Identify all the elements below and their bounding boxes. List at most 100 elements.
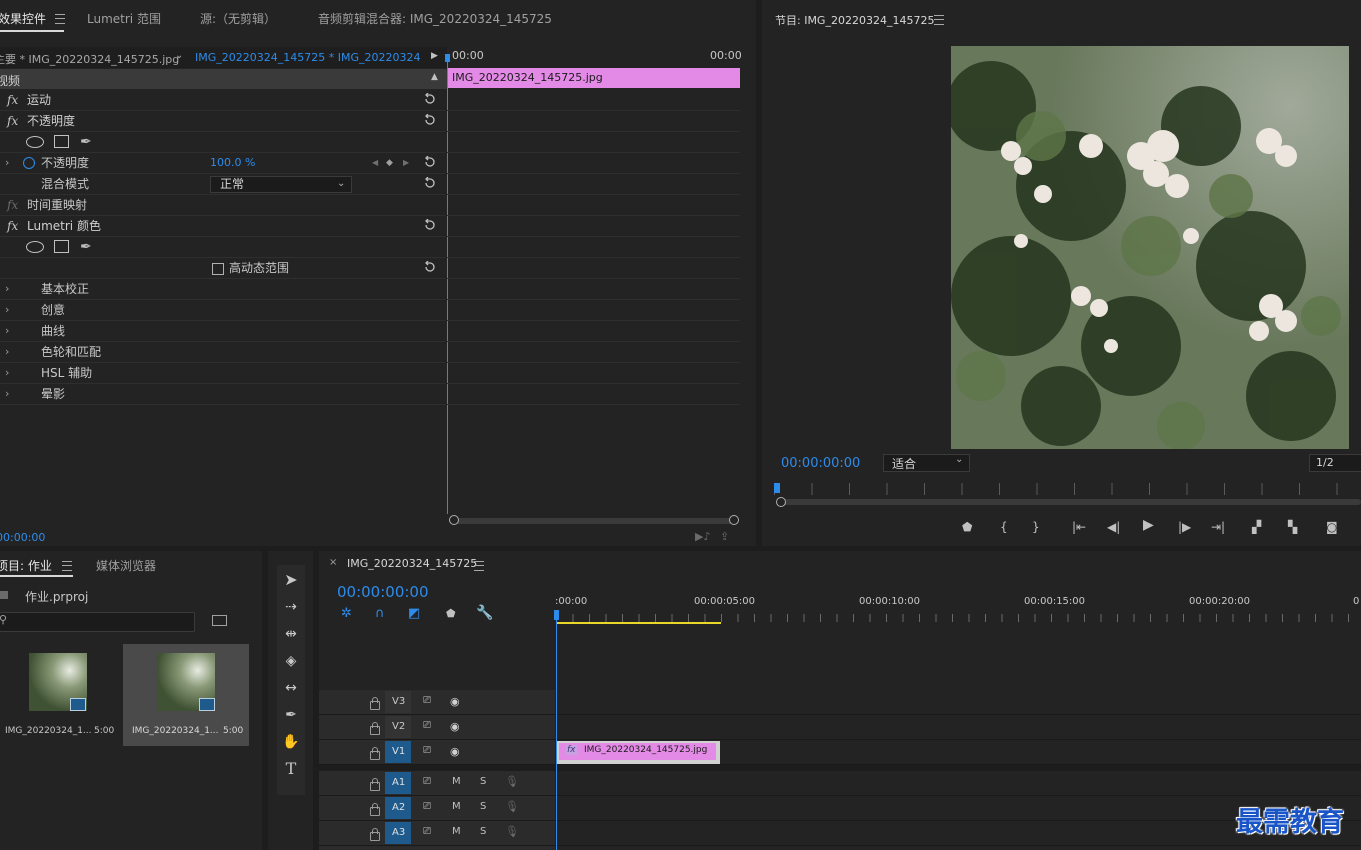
blend-mode-select[interactable]: 正常 ⌄: [210, 176, 352, 193]
reset-icon[interactable]: [424, 156, 436, 168]
fx-icon[interactable]: fx: [7, 111, 18, 131]
microphone-icon[interactable]: 🎙: [505, 825, 519, 838]
lumetri-section-basic[interactable]: › 基本校正: [0, 279, 445, 300]
fx-icon[interactable]: fx: [7, 195, 18, 215]
fx-icon[interactable]: fx: [7, 90, 18, 110]
project-item[interactable]: IMG_20220324_1... 5:00: [0, 644, 118, 746]
timeline-playhead[interactable]: [556, 611, 557, 850]
mute-button[interactable]: M: [452, 776, 461, 787]
ec-timecode[interactable]: 00:00:00: [0, 531, 45, 544]
add-marker-icon[interactable]: ⬟: [962, 520, 972, 534]
program-title[interactable]: 节目: IMG_20220324_145725: [775, 12, 934, 28]
work-area-bar[interactable]: [556, 622, 721, 624]
expand-chevron-icon[interactable]: ›: [5, 153, 9, 173]
toggle-sync-lock-icon[interactable]: ⎚: [423, 745, 431, 756]
lumetri-section-hsl[interactable]: › HSL 辅助: [0, 363, 445, 384]
expand-chevron-icon[interactable]: ›: [5, 321, 9, 341]
opacity-value[interactable]: 100.0 %: [210, 153, 255, 173]
add-marker-icon[interactable]: ⬟: [446, 607, 456, 620]
expand-chevron-icon[interactable]: ›: [5, 384, 9, 404]
master-clip-label[interactable]: 主要 * IMG_20220324_145725.jpg: [0, 51, 179, 67]
ripple-edit-tool-icon[interactable]: ⇹: [280, 623, 302, 645]
zoom-handle-left[interactable]: [449, 515, 459, 525]
effect-row-time-remap[interactable]: fx 时间重映射: [0, 195, 445, 216]
tab-audio-clip-mixer[interactable]: 音频剪辑混合器: IMG_20220324_145725: [318, 10, 552, 27]
hdr-checkbox[interactable]: [212, 263, 224, 275]
track-lock-icon[interactable]: [370, 803, 380, 816]
go-to-in-icon[interactable]: |⇤: [1072, 520, 1086, 534]
play-icon[interactable]: ▶: [1143, 517, 1154, 533]
solo-button[interactable]: S: [480, 826, 486, 837]
track-target-v2[interactable]: V2: [385, 716, 411, 738]
slip-tool-icon[interactable]: ↔: [280, 677, 302, 699]
export-icon[interactable]: ⇪: [720, 530, 729, 543]
track-lock-icon[interactable]: [370, 697, 380, 710]
play-triangle-icon[interactable]: ▶: [431, 51, 438, 61]
ellipse-mask-icon[interactable]: [26, 241, 44, 253]
rectangle-mask-icon[interactable]: [54, 240, 69, 253]
track-lock-icon[interactable]: [370, 722, 380, 735]
reset-icon[interactable]: [424, 219, 436, 231]
lumetri-section-curves[interactable]: › 曲线: [0, 321, 445, 342]
ec-zoom-scrollbar[interactable]: [452, 518, 734, 524]
expand-chevron-icon[interactable]: ›: [5, 300, 9, 320]
panel-menu-icon[interactable]: [55, 14, 65, 24]
project-search-input[interactable]: [0, 612, 195, 632]
eye-icon[interactable]: ◉: [450, 745, 460, 758]
toggle-sync-lock-icon[interactable]: ⎚: [423, 695, 431, 706]
go-to-out-icon[interactable]: ⇥|: [1211, 520, 1225, 534]
track-target-a2[interactable]: A2: [385, 797, 411, 819]
track-select-tool-icon[interactable]: ⇢: [280, 596, 302, 618]
tab-source[interactable]: 源:（无剪辑）: [200, 10, 276, 27]
next-keyframe-icon[interactable]: ▶: [403, 153, 409, 173]
property-row-opacity[interactable]: › 不透明度 100.0 % ◀ ◆ ▶: [0, 153, 445, 174]
pen-mask-icon[interactable]: ✒: [80, 132, 92, 152]
reset-icon[interactable]: [424, 93, 436, 105]
snap-icon[interactable]: ∩: [375, 606, 385, 621]
zoom-handle-left[interactable]: [776, 497, 786, 507]
lumetri-section-vignette[interactable]: › 晕影: [0, 384, 445, 405]
program-time-ruler[interactable]: [774, 483, 1361, 495]
reset-icon[interactable]: [424, 177, 436, 189]
sequence-tab[interactable]: IMG_20220324_145725: [347, 557, 477, 570]
razor-tool-icon[interactable]: ◈: [280, 650, 302, 672]
pen-tool-icon[interactable]: ✒: [280, 704, 302, 726]
track-lock-icon[interactable]: [370, 747, 380, 760]
chevron-down-icon[interactable]: ⌄: [175, 50, 183, 61]
project-item-selected[interactable]: IMG_20220324_1... 5:00: [123, 644, 249, 746]
extract-icon[interactable]: ▚: [1288, 520, 1297, 534]
wrench-icon[interactable]: 🔧: [476, 605, 493, 621]
track-target-v1[interactable]: V1: [385, 741, 411, 763]
effect-row-lumetri[interactable]: fx Lumetri 颜色: [0, 216, 445, 237]
track-target-a1[interactable]: A1: [385, 772, 411, 794]
mute-button[interactable]: M: [452, 801, 461, 812]
resolution-select[interactable]: 1/2: [1309, 454, 1361, 472]
reset-icon[interactable]: [424, 114, 436, 126]
close-icon[interactable]: ×: [329, 557, 337, 568]
toggle-sync-lock-icon[interactable]: ⎚: [423, 776, 431, 787]
ec-timeline-ruler[interactable]: [447, 47, 740, 68]
mark-in-icon[interactable]: {: [1000, 520, 1008, 534]
track-lock-icon[interactable]: [370, 778, 380, 791]
add-keyframe-icon[interactable]: ◆: [386, 153, 393, 173]
tab-media-browser[interactable]: 媒体浏览器: [96, 557, 156, 574]
ec-clip-bar[interactable]: IMG_20220324_145725.jpg: [447, 68, 740, 88]
effect-row-opacity[interactable]: fx 不透明度: [0, 111, 445, 132]
expand-chevron-icon[interactable]: ›: [5, 279, 9, 299]
panel-menu-icon[interactable]: [474, 561, 484, 571]
stopwatch-icon[interactable]: [23, 157, 35, 169]
new-bin-icon[interactable]: [212, 615, 227, 626]
pen-mask-icon[interactable]: ✒: [80, 237, 92, 257]
rectangle-mask-icon[interactable]: [54, 135, 69, 148]
lumetri-section-wheels[interactable]: › 色轮和匹配: [0, 342, 445, 363]
sequence-clip-label[interactable]: IMG_20220324_145725 * IMG_20220324_...: [195, 51, 420, 64]
hand-tool-icon[interactable]: ✋: [280, 731, 302, 753]
fx-icon[interactable]: fx: [7, 216, 18, 236]
lift-icon[interactable]: ▞: [1252, 520, 1261, 534]
type-tool-icon[interactable]: T: [280, 758, 302, 780]
ec-playhead-handle[interactable]: [445, 54, 450, 62]
timeline-clip[interactable]: fx IMG_20220324_145725.jpg: [557, 741, 720, 764]
solo-button[interactable]: S: [480, 801, 486, 812]
expand-chevron-icon[interactable]: ›: [5, 342, 9, 362]
expand-chevron-icon[interactable]: ›: [5, 363, 9, 383]
